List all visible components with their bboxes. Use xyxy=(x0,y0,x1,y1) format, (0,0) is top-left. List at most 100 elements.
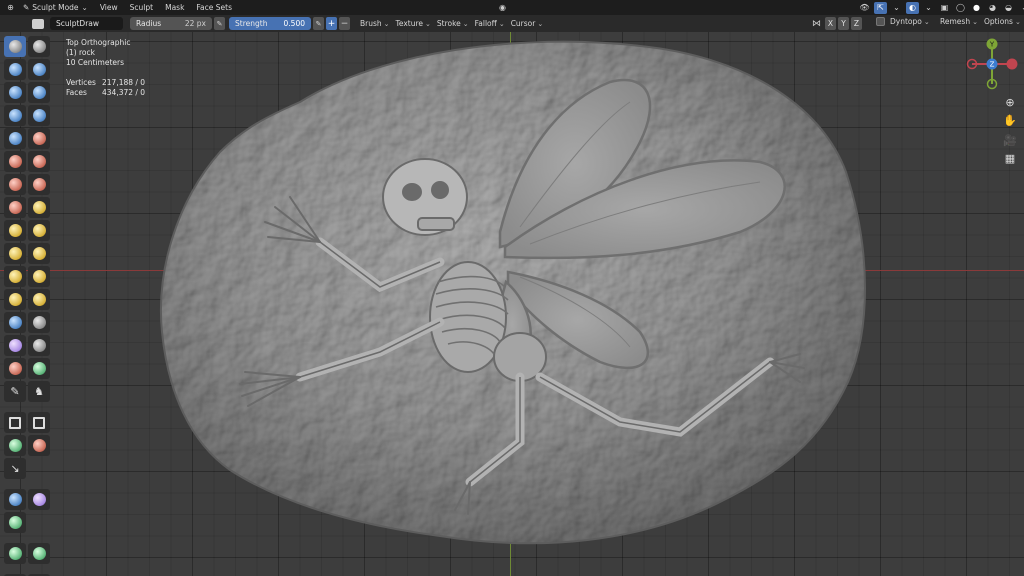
stroke-dropdown-label: Stroke xyxy=(436,19,461,28)
3d-viewport[interactable]: Top Orthographic (1) rock 10 Centimeters… xyxy=(0,32,1024,576)
shading-dropdown-icon[interactable]: ⌄ xyxy=(1018,2,1024,14)
perspective-grid-icon[interactable]: ▦ xyxy=(1001,150,1019,166)
pan-hand-icon[interactable]: ✋ xyxy=(1001,112,1019,128)
crease-brush-icon[interactable] xyxy=(4,128,26,149)
gizmo-z-label: Z xyxy=(990,61,995,69)
visibility-icon[interactable]: 👁 xyxy=(858,2,871,14)
direction-add-button[interactable]: + xyxy=(326,17,337,30)
thumb-brush-icon[interactable] xyxy=(4,243,26,264)
gizmo-toggle-icon[interactable]: ⇱ xyxy=(874,1,887,14)
cloth-filter-icon[interactable] xyxy=(28,489,50,510)
xray-icon[interactable]: ▣ xyxy=(938,2,951,14)
mesh-filter-icon[interactable] xyxy=(4,489,26,510)
radius-label: Radius xyxy=(136,19,162,28)
remesh-dropdown[interactable]: Remesh ⌄ xyxy=(940,17,978,26)
paint-brush-icon[interactable]: ✎ xyxy=(4,381,26,402)
box-hide-icon[interactable] xyxy=(28,412,50,433)
radius-pressure-icon[interactable]: ✎ xyxy=(214,17,225,30)
stroke-dropdown[interactable]: Stroke ⌄ xyxy=(437,19,469,28)
overlay-toggle-icon[interactable]: ◐ xyxy=(906,1,919,14)
box-face-set-icon[interactable] xyxy=(4,435,26,456)
clay-strips-brush-icon[interactable] xyxy=(28,59,50,80)
wireframe-shading-icon[interactable]: ◯ xyxy=(954,2,967,14)
dyntopo-checkbox[interactable] xyxy=(876,17,885,26)
pinch-brush-icon[interactable] xyxy=(4,197,26,218)
smear-brush-icon[interactable]: ♞ xyxy=(28,381,50,402)
cursor-dropdown[interactable]: Cursor ⌄ xyxy=(511,19,544,28)
overlay-dropdown-icon[interactable]: ⌄ xyxy=(922,2,935,14)
fill-brush-icon[interactable] xyxy=(28,151,50,172)
simplify-brush-icon[interactable] xyxy=(28,312,50,333)
multires-displacement-smear-icon[interactable] xyxy=(28,358,50,379)
smooth-brush-icon[interactable] xyxy=(28,128,50,149)
snake-hook-brush-icon[interactable] xyxy=(28,220,50,241)
brush-name-field[interactable]: SculptDraw xyxy=(50,17,123,30)
brush-dropdown[interactable]: Brush ⌄ xyxy=(360,19,390,28)
clay-thumb-brush-icon[interactable] xyxy=(4,82,26,103)
multiplane-scrape-brush-icon[interactable] xyxy=(28,174,50,195)
radius-field[interactable]: Radius 22 px xyxy=(130,17,212,30)
scrape-brush-icon[interactable] xyxy=(4,174,26,195)
strength-field[interactable]: Strength 0.500 xyxy=(229,17,311,30)
chevron-down-icon: ⌄ xyxy=(498,19,505,28)
rendered-shading-icon[interactable]: ◒ xyxy=(1002,2,1015,14)
box-trim-icon[interactable] xyxy=(28,435,50,456)
edit-face-set-icon[interactable] xyxy=(4,543,26,564)
gizmo-dropdown-icon[interactable]: ⌄ xyxy=(890,2,903,14)
elastic-deform-brush-icon[interactable] xyxy=(4,220,26,241)
cloth-brush-icon[interactable] xyxy=(4,312,26,333)
blob-brush-icon[interactable] xyxy=(28,105,50,126)
zoom-icon[interactable]: ⊕ xyxy=(1001,94,1019,110)
clay-brush-icon[interactable] xyxy=(4,59,26,80)
menu-sculpt[interactable]: Sculpt xyxy=(124,0,159,15)
solid-shading-icon[interactable]: ● xyxy=(970,2,983,14)
symmetry-z-toggle[interactable]: Z xyxy=(851,17,862,30)
box-mask-icon[interactable] xyxy=(4,412,26,433)
menu-view[interactable]: View xyxy=(94,0,124,15)
falloff-dropdown[interactable]: Falloff ⌄ xyxy=(475,19,505,28)
mask-by-color-icon[interactable] xyxy=(28,543,50,564)
options-dropdown[interactable]: Options ⌄ xyxy=(984,17,1021,26)
line-project-icon[interactable]: ↘ xyxy=(4,458,26,479)
strength-pressure-icon[interactable]: ✎ xyxy=(313,17,324,30)
texture-dropdown[interactable]: Texture ⌄ xyxy=(396,19,431,28)
multires-displacement-eraser-icon[interactable] xyxy=(4,358,26,379)
inflate-brush-icon[interactable] xyxy=(4,105,26,126)
view-name: Top Orthographic xyxy=(66,38,131,47)
symmetry-y-toggle[interactable]: Y xyxy=(838,17,849,30)
menu-mask[interactable]: Mask xyxy=(159,0,190,15)
layer-brush-icon[interactable] xyxy=(28,82,50,103)
camera-view-icon[interactable]: 🎥 xyxy=(1001,132,1019,148)
faces-value: 434,372 / 0 xyxy=(102,88,146,97)
brush-icon[interactable] xyxy=(32,18,44,29)
chevron-down-icon: ⌄ xyxy=(383,19,390,28)
chevron-down-icon: ⌄ xyxy=(425,19,431,28)
color-filter-icon[interactable] xyxy=(4,512,26,533)
symmetry-x-toggle[interactable]: X xyxy=(825,17,836,30)
chevron-down-icon: ⌄ xyxy=(462,19,469,28)
gizmo-x-handle[interactable] xyxy=(1006,58,1018,70)
direction-subtract-button[interactable]: − xyxy=(339,17,350,30)
menu-face-sets[interactable]: Face Sets xyxy=(190,0,238,15)
flatten-brush-icon[interactable] xyxy=(4,151,26,172)
nudge-brush-icon[interactable] xyxy=(4,266,26,287)
grid-scale: 10 Centimeters xyxy=(66,58,125,67)
pivot-icon[interactable]: ◉ xyxy=(496,2,509,14)
slide-relax-brush-icon[interactable] xyxy=(4,289,26,310)
draw-sharp-brush-icon[interactable] xyxy=(28,36,50,57)
transform-pivot-group: ◉ xyxy=(496,0,509,15)
material-shading-icon[interactable]: ◕ xyxy=(986,2,999,14)
navigation-gizmo[interactable]: Y Z xyxy=(964,36,1020,92)
dyntopo-dropdown[interactable]: Dyntopo ⌄ xyxy=(890,17,930,26)
pose-brush-icon[interactable] xyxy=(28,243,50,264)
draw-brush-icon[interactable] xyxy=(4,36,26,57)
editor-type-icon[interactable]: ⊕ xyxy=(4,2,17,14)
boundary-brush-icon[interactable] xyxy=(28,289,50,310)
grab-brush-icon[interactable] xyxy=(28,197,50,218)
draw-face-sets-brush-icon[interactable] xyxy=(28,335,50,356)
mask-brush-icon[interactable] xyxy=(4,335,26,356)
texture-dropdown-label: Texture xyxy=(395,19,423,28)
rotate-brush-icon[interactable] xyxy=(28,266,50,287)
vertices-label: Vertices xyxy=(66,78,96,87)
mode-selector[interactable]: ✎ Sculpt Mode ⌄ xyxy=(17,0,94,15)
